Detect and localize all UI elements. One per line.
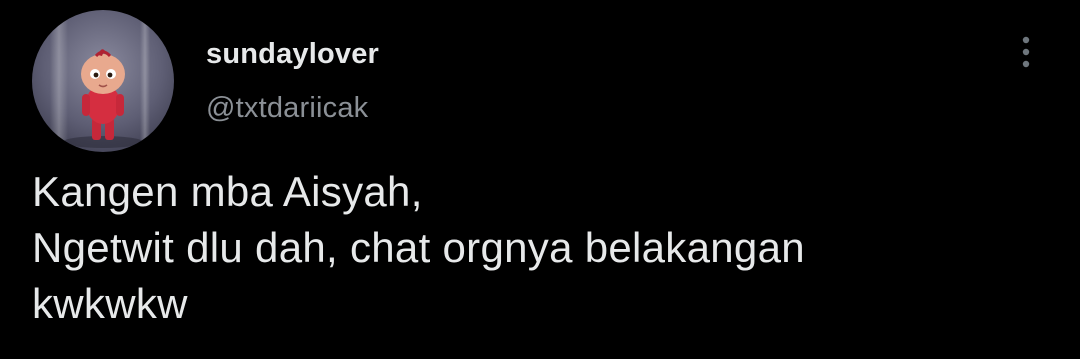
more-options-button[interactable] bbox=[1010, 32, 1042, 72]
tweet-text-line: Ngetwit dlu dah, chat orgnya belakangan bbox=[32, 224, 805, 271]
tweet-card: sundaylover @txtdariicak Kangen mba Aisy… bbox=[0, 0, 1080, 359]
more-vertical-icon bbox=[1022, 36, 1030, 68]
tweet-text: Kangen mba Aisyah, Ngetwit dlu dah, chat… bbox=[32, 164, 1052, 332]
author-display-name[interactable]: sundaylover bbox=[206, 38, 379, 71]
avatar-image bbox=[32, 10, 174, 152]
avatar[interactable] bbox=[32, 10, 174, 152]
tweet-text-line: Kangen mba Aisyah, bbox=[32, 168, 423, 215]
tweet-text-line: kwkwkw bbox=[32, 280, 188, 327]
author-handle[interactable]: @txtdariicak bbox=[206, 92, 368, 125]
